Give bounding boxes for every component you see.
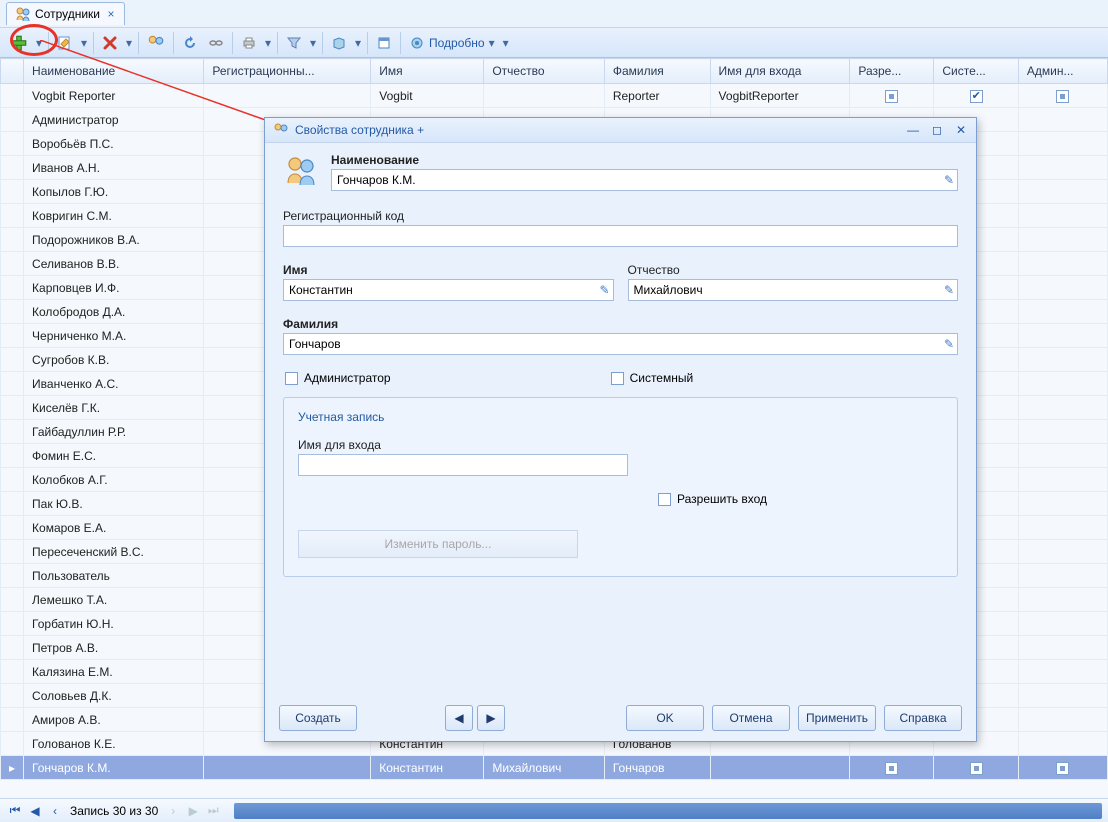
checkbox[interactable] xyxy=(970,90,983,103)
refresh-button[interactable] xyxy=(178,31,202,55)
employee-dialog: Свойства сотрудника + — ◻ ✕ Наименование… xyxy=(264,117,977,742)
cancel-button[interactable]: Отмена xyxy=(712,705,790,731)
name-input[interactable] xyxy=(331,169,958,191)
add-dropdown[interactable]: ▾ xyxy=(34,36,44,50)
prev-button[interactable]: ◀ xyxy=(445,705,473,731)
checkbox[interactable] xyxy=(885,90,898,103)
column-header[interactable]: Систе... xyxy=(934,59,1019,84)
close-icon[interactable]: ✕ xyxy=(954,123,968,137)
delete-button[interactable] xyxy=(98,31,122,55)
sys-checkbox[interactable] xyxy=(611,372,624,385)
tab-close-icon[interactable]: × xyxy=(104,7,118,21)
reg-input[interactable] xyxy=(283,225,958,247)
minimize-icon[interactable]: — xyxy=(906,123,920,137)
create-button[interactable]: Создать xyxy=(279,705,357,731)
box-dropdown[interactable]: ▾ xyxy=(353,36,363,50)
tab-label: Сотрудники xyxy=(35,7,100,21)
add-button[interactable] xyxy=(6,31,32,55)
box-button[interactable] xyxy=(327,31,351,55)
pager-scrollbar[interactable] xyxy=(234,803,1102,819)
pencil-icon[interactable]: ✎ xyxy=(944,283,954,297)
pager: ⏮ ◀ ‹ Запись 30 из 30 › ▶ ⏭ xyxy=(0,798,1108,822)
toolbar: ▾ ▾ ▾ ▾ ▾ ▾ Подробно▾ ▾ xyxy=(0,28,1108,58)
edit-button[interactable] xyxy=(53,31,77,55)
fname-label: Имя xyxy=(283,263,614,277)
pencil-icon[interactable]: ✎ xyxy=(599,283,609,297)
pager-status: Запись 30 из 30 xyxy=(70,804,158,818)
mname-label: Отчество xyxy=(628,263,959,277)
allow-checkbox[interactable] xyxy=(658,493,671,506)
detail-button[interactable]: Подробно▾ xyxy=(405,31,499,55)
prev-page[interactable]: ◀ xyxy=(26,802,44,820)
pencil-icon[interactable]: ✎ xyxy=(944,337,954,351)
column-header[interactable]: Наименование xyxy=(24,59,204,84)
dialog-titlebar[interactable]: Свойства сотрудника + — ◻ ✕ xyxy=(265,118,976,143)
print-button[interactable] xyxy=(237,31,261,55)
pencil-icon[interactable]: ✎ xyxy=(944,173,954,187)
sys-label: Системный xyxy=(630,371,694,385)
admin-checkbox[interactable] xyxy=(285,372,298,385)
users-icon xyxy=(273,122,289,138)
account-title: Учетная запись xyxy=(298,410,943,424)
checkbox[interactable] xyxy=(970,762,983,775)
users-button[interactable] xyxy=(143,31,169,55)
delete-dropdown[interactable]: ▾ xyxy=(124,36,134,50)
mname-input[interactable] xyxy=(628,279,959,301)
ok-button[interactable]: OK xyxy=(626,705,704,731)
column-header[interactable]: Имя xyxy=(371,59,484,84)
lname-label: Фамилия xyxy=(283,317,958,331)
checkbox[interactable] xyxy=(1056,762,1069,775)
last-page[interactable]: ⏭ xyxy=(204,802,222,820)
change-password-button: Изменить пароль... xyxy=(298,530,578,558)
next-page[interactable]: ▶ xyxy=(184,802,202,820)
filter-button[interactable] xyxy=(282,31,306,55)
column-header[interactable]: Отчество xyxy=(484,59,605,84)
detail-dropdown[interactable]: ▾ xyxy=(501,36,511,50)
column-header[interactable]: Имя для входа xyxy=(710,59,850,84)
column-header[interactable]: Фамилия xyxy=(604,59,710,84)
edit-dropdown[interactable]: ▾ xyxy=(79,36,89,50)
first-page[interactable]: ⏮ xyxy=(6,802,24,820)
help-button[interactable]: Справка xyxy=(884,705,962,731)
print-dropdown[interactable]: ▾ xyxy=(263,36,273,50)
tab-bar: Сотрудники × xyxy=(0,0,1108,28)
table-row[interactable]: Vogbit ReporterVogbitReporterVogbitRepor… xyxy=(1,84,1108,108)
next-button[interactable]: ▶ xyxy=(477,705,505,731)
login-input[interactable] xyxy=(298,454,628,476)
admin-label: Администратор xyxy=(304,371,391,385)
fname-input[interactable] xyxy=(283,279,614,301)
link-button[interactable] xyxy=(204,31,228,55)
users-icon xyxy=(15,6,31,22)
reg-label: Регистрационный код xyxy=(283,209,958,223)
login-label: Имя для входа xyxy=(298,438,943,452)
lname-input[interactable] xyxy=(283,333,958,355)
account-groupbox: Учетная запись Имя для входа Разрешить в… xyxy=(283,397,958,577)
maximize-icon[interactable]: ◻ xyxy=(930,123,944,137)
view-button[interactable] xyxy=(372,31,396,55)
filter-dropdown[interactable]: ▾ xyxy=(308,36,318,50)
column-header[interactable]: Регистрационны... xyxy=(204,59,371,84)
name-label: Наименование xyxy=(331,153,958,167)
next-record[interactable]: › xyxy=(164,802,182,820)
tab-employees[interactable]: Сотрудники × xyxy=(6,2,125,25)
column-header[interactable]: Разре... xyxy=(850,59,934,84)
apply-button[interactable]: Применить xyxy=(798,705,876,731)
dialog-title-text: Свойства сотрудника + xyxy=(295,123,424,137)
allow-label: Разрешить вход xyxy=(677,492,767,506)
checkbox[interactable] xyxy=(885,762,898,775)
table-row[interactable]: ▸Гончаров К.М.КонстантинМихайловичГончар… xyxy=(1,756,1108,780)
users-large-icon xyxy=(283,153,319,189)
checkbox[interactable] xyxy=(1056,90,1069,103)
prev-record[interactable]: ‹ xyxy=(46,802,64,820)
column-header[interactable]: Админ... xyxy=(1018,59,1107,84)
